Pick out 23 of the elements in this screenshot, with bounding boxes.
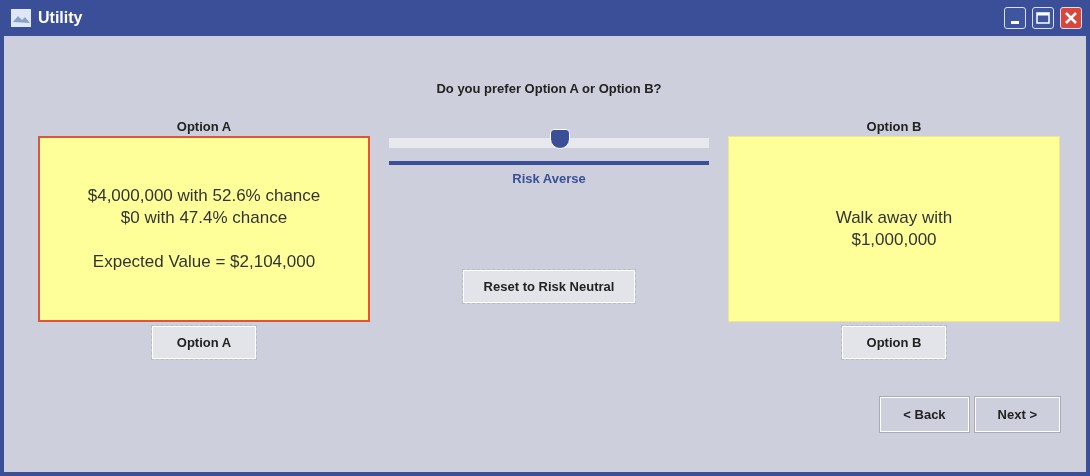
- close-icon: [1064, 11, 1078, 25]
- question-text: Do you prefer Option A or Option B?: [436, 81, 662, 96]
- option-text: Walk away with: [835, 207, 953, 229]
- back-button[interactable]: < Back: [880, 397, 969, 432]
- slider-thumb[interactable]: [549, 129, 570, 149]
- minimize-button[interactable]: [1004, 7, 1026, 29]
- option-button[interactable]: Option B: [841, 326, 947, 359]
- option-text: $1,000,000: [851, 229, 937, 251]
- next-button[interactable]: Next >: [974, 397, 1060, 432]
- option-text: $4,000,000 with 52.6% chance: [87, 185, 321, 207]
- option-text: $0 with 47.4% chance: [120, 207, 288, 229]
- app-icon: [10, 8, 32, 28]
- option-heading: Option A: [176, 118, 232, 136]
- option-heading: Option B: [866, 118, 922, 136]
- maximize-button[interactable]: [1032, 7, 1054, 29]
- expected-value: Expected Value = $2,104,000: [92, 251, 316, 273]
- close-button[interactable]: [1060, 7, 1082, 29]
- option-button[interactable]: Option A: [151, 326, 257, 359]
- minimize-icon: [1011, 20, 1019, 24]
- maximize-icon: [1036, 12, 1050, 24]
- slider-reading: Risk Averse: [512, 171, 586, 186]
- reset-button[interactable]: Reset to Risk Neutral: [462, 270, 636, 303]
- window-title: Utility: [38, 9, 84, 27]
